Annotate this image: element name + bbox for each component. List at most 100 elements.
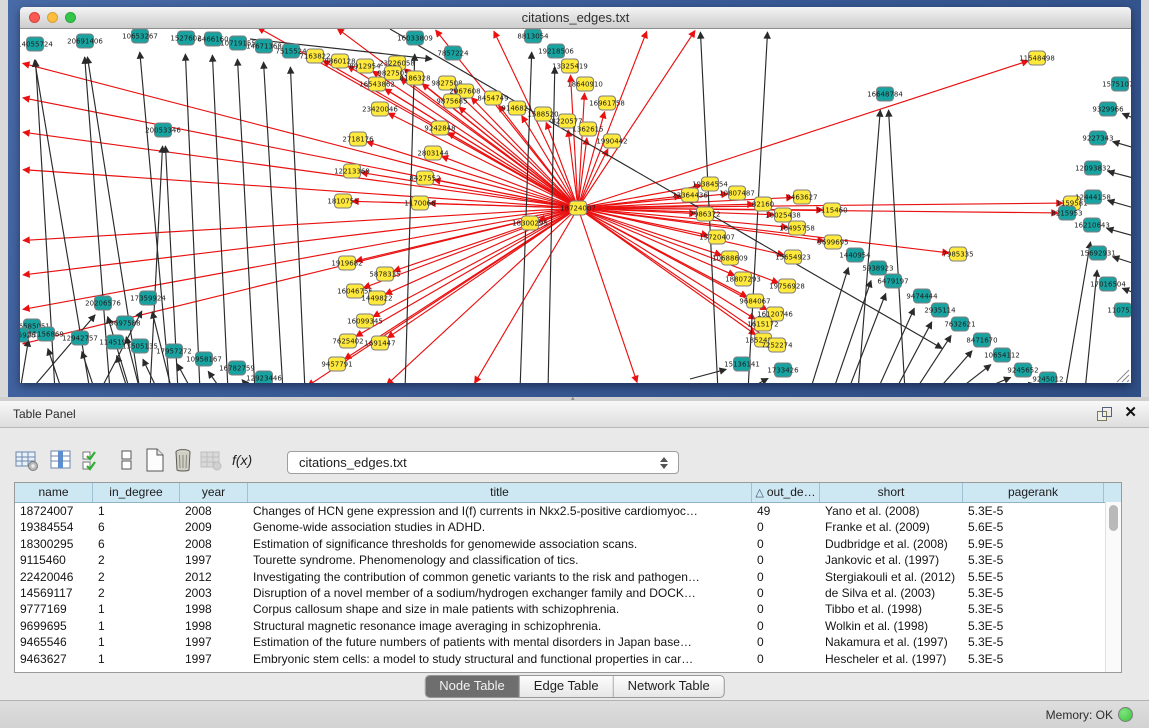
network-edge xyxy=(848,293,886,383)
tab-node-table[interactable]: Node Table xyxy=(425,676,520,697)
table-cell: 1998 xyxy=(180,618,248,634)
network-node-label: 2718176 xyxy=(342,136,374,144)
network-node-label: 16495758 xyxy=(779,225,815,233)
table-row[interactable]: 911546021997Tourette syndrome. Phenomeno… xyxy=(15,552,1121,568)
network-node-label: 16033809 xyxy=(397,35,433,43)
delete-icon[interactable] xyxy=(170,447,200,477)
table-body: 1872400712008Changes of HCN gene express… xyxy=(15,503,1121,667)
network-node-label: 18300295 xyxy=(512,220,548,228)
table-row[interactable]: 1872400712008Changes of HCN gene express… xyxy=(15,503,1121,519)
network-node-label: 9245012 xyxy=(1032,376,1063,384)
network-edge xyxy=(23,132,578,208)
table-row[interactable]: 2242004622012Investigating the contribut… xyxy=(15,569,1121,585)
row-view-icon[interactable] xyxy=(114,447,144,477)
table-row[interactable]: 1830029562008Estimation of significance … xyxy=(15,536,1121,552)
table-cell: 2 xyxy=(93,552,180,568)
network-edge xyxy=(48,349,62,383)
table-row[interactable]: 977716911998Corpus callosum shape and si… xyxy=(15,601,1121,617)
network-edge xyxy=(978,377,1011,383)
network-node-label: 1449822 xyxy=(361,295,392,303)
network-node-label: 9474444 xyxy=(906,293,938,301)
network-node-label: 18640910 xyxy=(567,81,603,89)
network-window-title: citations_edges.txt xyxy=(20,10,1131,25)
network-node-label: 7625402 xyxy=(332,338,363,346)
network-node-label: 17957272 xyxy=(156,348,192,356)
table-row[interactable]: 969969511998Structural magnetic resonanc… xyxy=(15,618,1121,634)
table-cell: 5.3E-5 xyxy=(963,503,1104,519)
table-cell: 5.6E-5 xyxy=(963,519,1104,535)
network-node-label: 20691406 xyxy=(67,38,103,46)
table-cell: 1 xyxy=(93,601,180,617)
table-cell: 9463627 xyxy=(15,651,93,667)
network-node-label: 9457791 xyxy=(321,361,352,369)
column-header-out_de[interactable]: △out_de… xyxy=(752,483,820,502)
table-cell: 0 xyxy=(752,585,820,601)
table-row[interactable]: 1938455462009Genome-wide association stu… xyxy=(15,519,1121,535)
new-document-icon[interactable] xyxy=(142,447,172,477)
network-node-label: 10653267 xyxy=(122,33,158,41)
network-node-label: 10807487 xyxy=(719,190,755,198)
network-node-label: 16961758 xyxy=(589,100,625,108)
column-header-title[interactable]: title xyxy=(248,483,752,502)
network-edge xyxy=(264,62,283,383)
table-selector-dropdown[interactable]: citations_edges.txt xyxy=(287,451,679,474)
network-edge xyxy=(185,54,200,383)
network-window-titlebar[interactable]: citations_edges.txt xyxy=(20,7,1131,29)
memory-ok-indicator xyxy=(1118,707,1133,722)
network-node-label: 8912954 xyxy=(349,63,381,71)
close-panel-icon[interactable]: ✕ xyxy=(1124,404,1137,422)
network-node-label: 19218506 xyxy=(538,48,574,56)
network-node-label: 8215953 xyxy=(1051,210,1082,218)
column-header-year[interactable]: year xyxy=(180,483,248,502)
network-node-label: 10688609 xyxy=(712,255,748,263)
table-cell: 1997 xyxy=(180,552,248,568)
table-cell: 5.3E-5 xyxy=(963,651,1104,667)
table-row[interactable]: 1456911722003Disruption of a novel membe… xyxy=(15,585,1121,601)
network-node-label: 2803144 xyxy=(417,150,449,158)
table-cell: Embryonic stem cells: a model to study s… xyxy=(248,651,752,667)
show-hide-columns-icon[interactable] xyxy=(80,447,110,477)
float-panel-icon[interactable] xyxy=(1097,407,1111,420)
network-node-label: 9697588 xyxy=(109,320,140,328)
table-cell: Stergiakouli et al. (2012) xyxy=(820,569,963,585)
table-cell: Tourette syndrome. Phenomenology and cla… xyxy=(248,552,752,568)
network-node-label: 10654112 xyxy=(984,352,1020,360)
network-node-label: 10958167 xyxy=(186,356,222,364)
table-cell: Dudbridge et al. (2008) xyxy=(820,536,963,552)
network-node-label: 1362615 xyxy=(572,126,603,134)
table-row[interactable]: 946554611997Estimation of the future num… xyxy=(15,634,1121,650)
network-node-label: 19384554 xyxy=(692,181,728,189)
table-vertical-scrollbar[interactable] xyxy=(1105,502,1121,672)
network-view-window: citations_edges.txt 18724007183002957163… xyxy=(20,7,1131,383)
network-edge xyxy=(237,59,255,383)
table-settings-icon[interactable] xyxy=(14,447,44,477)
table-row[interactable]: 946362711997Embryonic stem cells: a mode… xyxy=(15,651,1121,667)
network-edge xyxy=(23,63,578,208)
function-builder-icon[interactable]: f(x) xyxy=(232,452,262,482)
column-header-name[interactable]: name xyxy=(15,483,93,502)
network-node-label: 8427552 xyxy=(409,175,440,183)
column-header-in_degree[interactable]: in_degree xyxy=(93,483,180,502)
scrollbar-thumb[interactable] xyxy=(1109,505,1118,531)
network-node-label: 5938923 xyxy=(862,265,893,273)
table-cell: 0 xyxy=(752,618,820,634)
table-cell: 14569117 xyxy=(15,585,93,601)
network-node-label: 16782759 xyxy=(219,365,255,373)
select-column-icon[interactable] xyxy=(48,447,78,477)
network-edge xyxy=(1107,228,1131,239)
resize-grip-icon[interactable] xyxy=(1117,370,1129,382)
column-header-short[interactable]: short xyxy=(820,483,963,502)
network-node-label: 13325419 xyxy=(552,63,588,71)
network-node-label: 6479197 xyxy=(877,278,908,286)
node-table: namein_degreeyeartitle△out_de…shortpager… xyxy=(14,482,1122,673)
tab-network-table[interactable]: Network Table xyxy=(614,676,724,697)
tab-edge-table[interactable]: Edge Table xyxy=(520,676,614,697)
table-panel-header: Table Panel ✕ xyxy=(0,401,1149,428)
table-cell: Jankovic et al. (1997) xyxy=(820,552,963,568)
column-header-pagerank[interactable]: pagerank xyxy=(963,483,1104,502)
network-canvas[interactable]: 1872400718300295716382288601288912954232… xyxy=(20,29,1131,383)
network-node-label: 10025438 xyxy=(765,212,801,220)
network-node-label: 11156869 xyxy=(28,331,64,339)
table-cell: 5.3E-5 xyxy=(963,618,1104,634)
table-cell: Hescheler et al. (1997) xyxy=(820,651,963,667)
